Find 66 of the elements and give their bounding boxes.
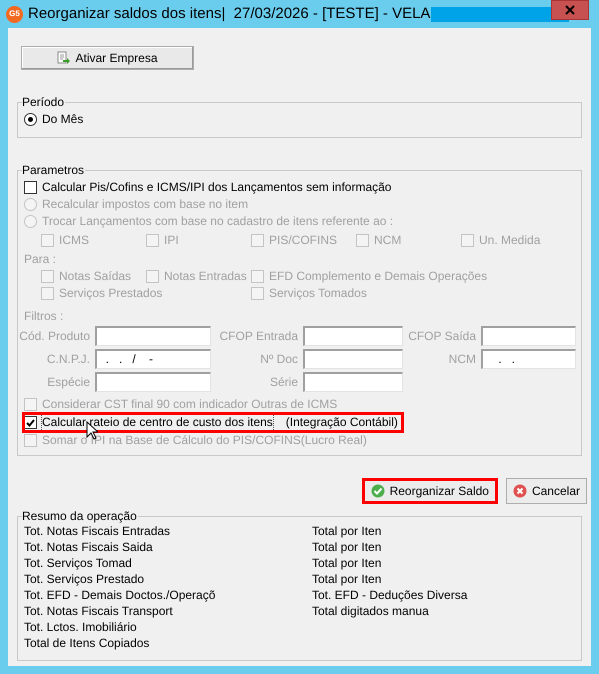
summary-label: Tot. Serviços Tomad	[24, 555, 133, 571]
input-field[interactable]: . .	[481, 349, 576, 369]
checkbox-label: IPI	[164, 232, 179, 249]
field-label: Nº Doc	[259, 350, 298, 368]
input-field[interactable]	[303, 349, 403, 369]
summary-label: Total de Itens Copiados	[24, 635, 150, 651]
checkbox-label: Notas Saídas	[59, 268, 132, 285]
checkbox[interactable]	[24, 416, 37, 429]
summary-label: Tot. EFD - Demais Doctos./Operaçõ	[24, 587, 216, 603]
checkbox-label: Considerar CST final 90 com indicador Outras de ICMS	[42, 396, 338, 413]
checkmark-icon	[26, 418, 35, 426]
radio-label: Do Mês	[42, 111, 84, 128]
field-label: Espécie	[46, 374, 90, 390]
input-field[interactable]	[303, 372, 403, 392]
checkmark-circle-icon	[370, 484, 385, 498]
checkbox-label: Calcular rateio de centro de custo dos itens	[42, 414, 273, 431]
summary-label: Total digitados manua	[312, 603, 430, 619]
group-title: Resumo da operação	[22, 509, 138, 523]
cancel-button[interactable]: Cancelar	[506, 478, 587, 504]
summary-label: Total por Iten	[312, 523, 382, 539]
input-field[interactable]	[95, 372, 211, 392]
activate-company-button[interactable]: Ativar Empresa	[21, 46, 194, 70]
summary-label: Total por Iten	[312, 571, 382, 587]
close-icon	[565, 5, 575, 15]
summary-label: Tot. Notas Fiscais Entradas	[24, 523, 172, 539]
document-arrow-icon	[57, 51, 72, 65]
section-label: Para :	[24, 251, 56, 268]
field-label: Cód. Produto	[18, 328, 90, 344]
field-label: CFOP Entrada	[218, 328, 298, 344]
radio-label: Trocar Lançamentos com base no cadastro de itens referente ao :	[42, 213, 394, 230]
input-field[interactable]	[303, 326, 403, 346]
cancel-circle-icon	[512, 484, 527, 498]
checkbox-label: Calcular Pis/Cofins e ICMS/IPI dos Lançamentos sem informação	[42, 179, 392, 196]
checkbox-label: Serviços Tomados	[269, 285, 367, 302]
checkbox[interactable]	[24, 181, 37, 194]
checkbox-label: ICMS	[59, 232, 89, 249]
radio-button[interactable]	[24, 113, 37, 126]
summary-label: Total por Iten	[312, 539, 382, 555]
input-field[interactable]	[95, 326, 211, 346]
summary-label: Tot. Serviços Prestado	[24, 571, 146, 587]
checkbox-label: EFD Complemento e Demais Operações	[269, 268, 488, 285]
section-label: Filtros :	[24, 308, 64, 325]
checkbox-label: PIS/COFINS	[269, 232, 338, 249]
field-label: CFOP Saída	[408, 328, 476, 344]
group-title: Parametros	[22, 163, 86, 177]
radio-label: Recalcular impostos com base no item	[42, 196, 248, 213]
summary-label: Tot. Notas Fiscais Saida	[24, 539, 154, 555]
field-label: C.N.P.J.	[46, 350, 90, 368]
summary-label: Tot. EFD - Deduções Diversa	[312, 587, 468, 603]
input-field[interactable]: . . / -	[95, 349, 211, 369]
input-field[interactable]	[481, 326, 576, 346]
checkbox-label: Notas Entradas	[164, 268, 247, 285]
field-label: Série	[268, 374, 298, 390]
reorganize-button[interactable]: Reorganizar Saldo	[362, 478, 498, 504]
summary-label: Total por Iten	[312, 555, 382, 571]
group-title: Período	[22, 95, 66, 109]
checkbox-note: (Integração Contábil)	[286, 414, 398, 431]
window-title: Reorganizar saldos dos itens| 27/03/2026 - [TESTE] - VELA	[28, 4, 430, 24]
summary-label: Tot. Lctos. Imobiliário	[24, 619, 138, 635]
checkbox-label: Un. Medida	[479, 232, 540, 249]
field-label: NCM	[448, 350, 476, 368]
summary-label: Tot. Notas Fiscais Transport	[24, 603, 174, 619]
close-button[interactable]	[551, 0, 589, 20]
checkbox-label: NCM	[374, 232, 402, 249]
checkbox-label: Serviços Prestados	[59, 285, 162, 302]
app-logo: G5	[6, 6, 23, 22]
